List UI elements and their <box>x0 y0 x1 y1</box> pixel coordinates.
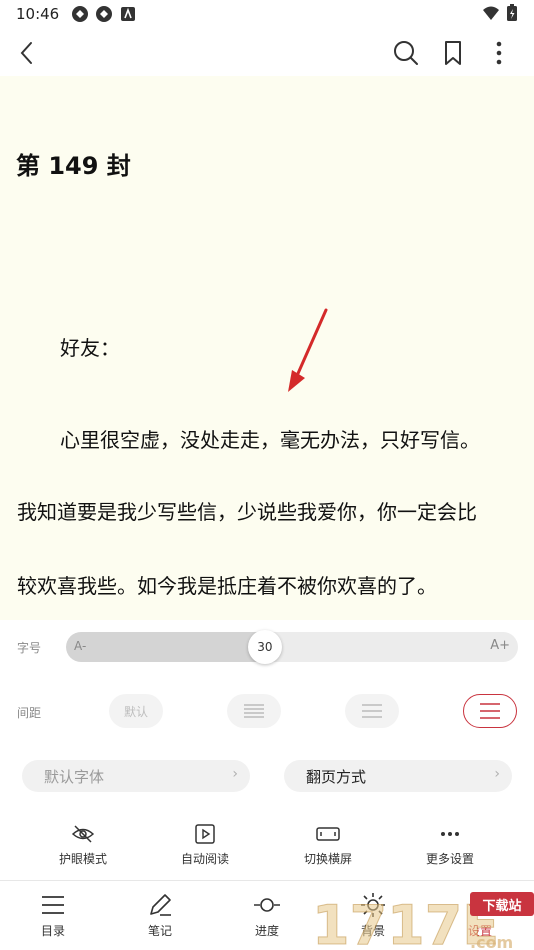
font-size-slider[interactable]: A- A+ <box>66 632 518 662</box>
status-right <box>482 4 518 22</box>
battery-icon <box>507 4 517 21</box>
font-size-slider-thumb[interactable]: 30 <box>247 630 282 664</box>
nav-item-progress[interactable]: 进度 <box>227 891 307 939</box>
font-size-slider-fill <box>66 632 265 662</box>
spacing-loose-button[interactable] <box>463 694 517 728</box>
font-size-value: 30 <box>257 640 273 654</box>
tool-label: 护眼模式 <box>58 852 107 866</box>
spacing-normal-icon <box>362 704 382 718</box>
font-notification-icon <box>121 7 136 21</box>
svg-text:.com: .com <box>470 933 513 950</box>
tool-label: 切换横屏 <box>303 852 352 866</box>
spacing-normal-button[interactable] <box>345 694 399 728</box>
spacing-loose-icon <box>480 703 500 719</box>
tool-label: 自动阅读 <box>180 852 229 866</box>
nav-label: 目录 <box>40 924 65 938</box>
chapter-title: 第 149 封 <box>16 152 131 180</box>
paragraph-line: 心里很空虚，没处走走，毫无办法，只好写信。 <box>60 428 480 452</box>
red-arrow-annotation <box>288 308 328 392</box>
play-icon <box>195 824 215 844</box>
wifi-icon <box>483 6 499 20</box>
nav-item-notes[interactable]: 笔记 <box>120 891 200 939</box>
pen-icon <box>150 894 171 916</box>
status-time: 10:46 <box>16 5 60 23</box>
more-vertical-icon[interactable] <box>484 38 514 68</box>
bookmark-icon[interactable] <box>438 38 468 68</box>
nav-label: 笔记 <box>147 924 172 938</box>
paragraph-line: 我知道要是我少写些信，少说些我爱你，你一定会比 <box>17 500 477 524</box>
spacing-default-button[interactable]: 默认 <box>109 694 163 728</box>
page-turn-label: 翻页方式 <box>306 767 367 786</box>
eye-care-mode-button[interactable]: 护眼模式 <box>33 822 133 872</box>
font-larger-label: A+ <box>490 638 510 653</box>
chevron-right-icon: › <box>232 766 238 782</box>
more-horizontal-icon <box>441 832 459 836</box>
app-notification-icon <box>96 6 113 22</box>
paragraph-line: 较欢喜我些。如今我是抵庄着不被你欢喜的了。 <box>17 574 437 598</box>
font-size-label: 字号 <box>17 641 42 655</box>
rotate-landscape-button[interactable]: 切换横屏 <box>278 822 378 872</box>
eye-off-icon <box>71 825 95 843</box>
search-icon[interactable] <box>391 38 421 68</box>
nav-label: 进度 <box>254 924 279 938</box>
tool-label: 更多设置 <box>425 852 474 866</box>
progress-icon <box>254 898 280 912</box>
font-family-button[interactable]: 默认字体 › <box>22 760 250 792</box>
status-bar: 10:46 <box>0 0 534 28</box>
reading-area[interactable]: 第 149 封 好友： 心里很空虚，没处走走，毫无办法，只好写信。 我知道要是我… <box>0 76 534 620</box>
list-icon <box>42 896 64 914</box>
page-turn-button[interactable]: 翻页方式 › <box>284 760 512 792</box>
app-bar <box>0 28 534 76</box>
font-family-label: 默认字体 <box>44 767 105 786</box>
app-notification-icon <box>72 6 89 22</box>
auto-read-button[interactable]: 自动阅读 <box>155 822 255 872</box>
back-chevron-left-icon[interactable] <box>12 38 42 68</box>
rotate-landscape-icon <box>316 827 340 841</box>
spacing-label: 间距 <box>17 706 42 720</box>
chevron-right-icon: › <box>494 766 500 782</box>
spacing-default-label: 默认 <box>123 704 148 719</box>
spacing-compact-button[interactable] <box>227 694 281 728</box>
spacing-compact-icon <box>244 704 264 718</box>
font-smaller-label: A- <box>74 639 87 653</box>
nav-item-catalog[interactable]: 目录 <box>13 891 93 939</box>
more-settings-button[interactable]: 更多设置 <box>400 822 500 872</box>
watermark-badge: 下载站 <box>470 892 534 916</box>
